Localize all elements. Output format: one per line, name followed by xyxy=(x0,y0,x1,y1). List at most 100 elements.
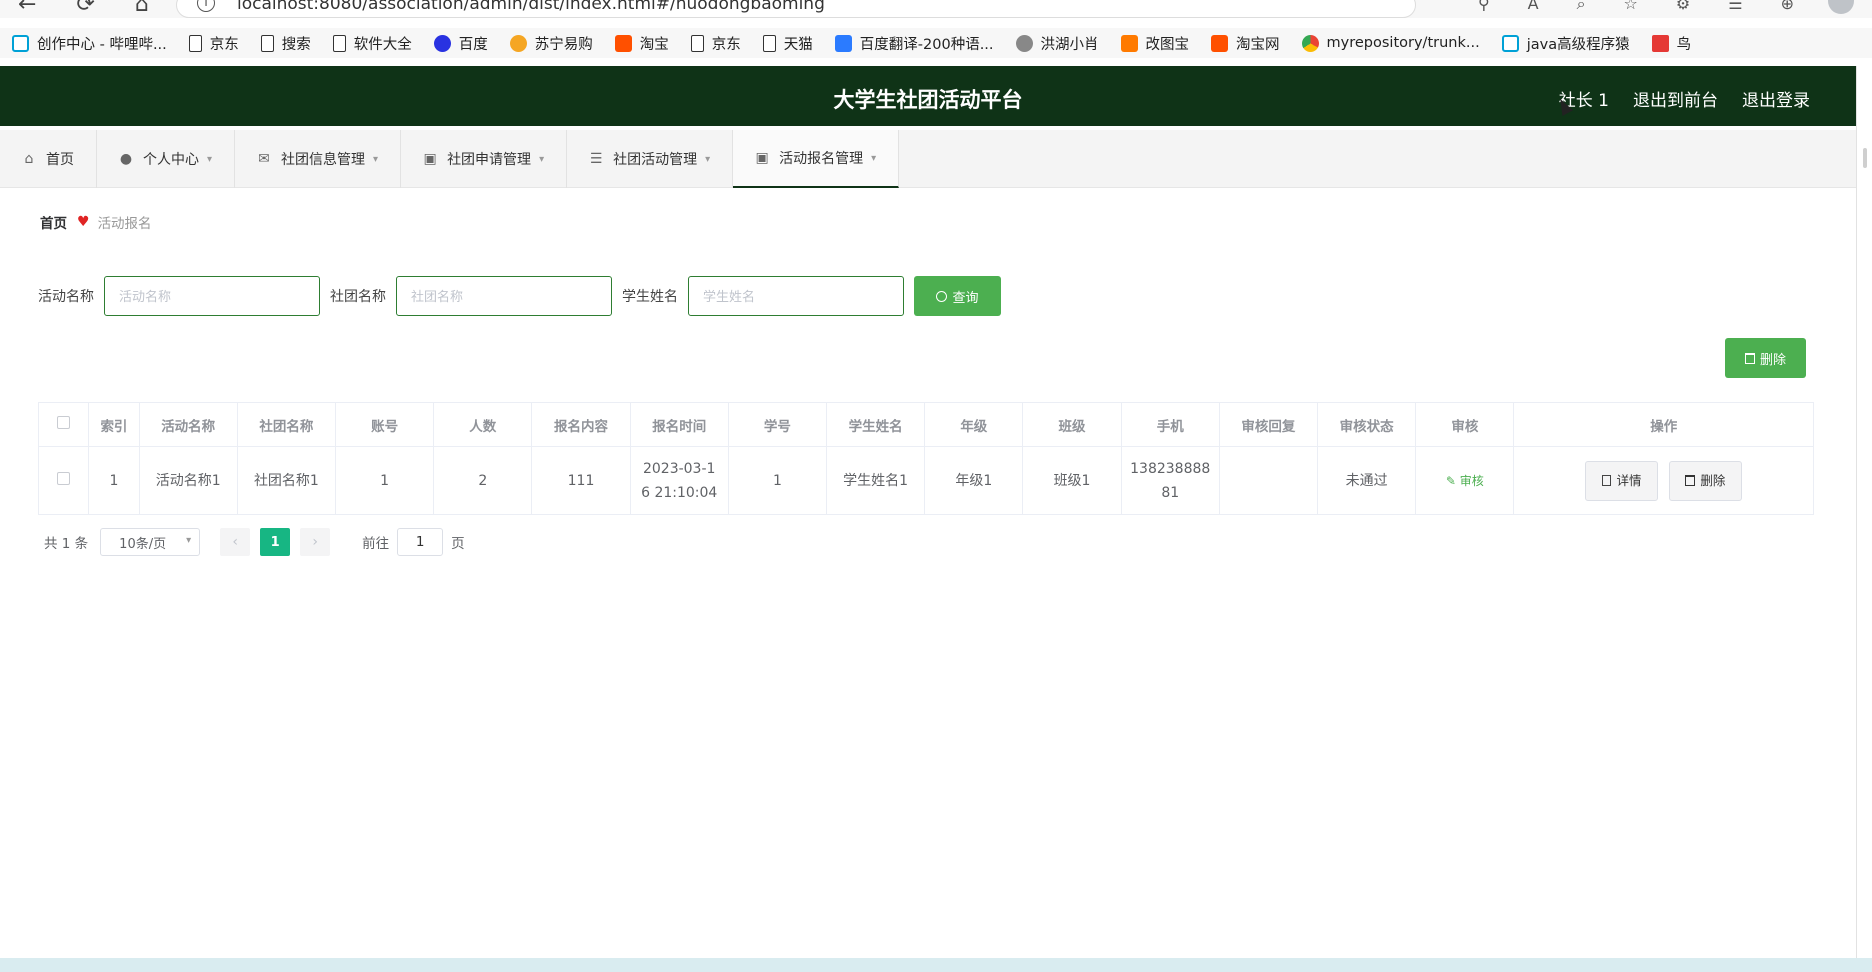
browser-toolbar: ←⟳⌂ i localhost:8080/association/admin/d… xyxy=(0,0,1872,18)
cell-audit: ✎ 审核 xyxy=(1415,446,1515,515)
bookmark-item[interactable]: 淘宝 xyxy=(614,33,669,54)
bookmark-item[interactable]: 苏宁易购 xyxy=(509,33,593,54)
list-icon: ☰ xyxy=(589,151,603,167)
bookmark-item[interactable]: 百度翻译-200种语... xyxy=(834,33,994,54)
search-button[interactable]: 查询 xyxy=(914,276,1001,316)
browser-tool-icons[interactable]: ⚲A⌕☆⚙☰⊕ xyxy=(1478,0,1832,14)
menu-item-profile[interactable]: ● 个人中心 ▾ xyxy=(97,130,236,188)
batch-delete-label: 删除 xyxy=(1759,352,1786,368)
bookmark-item[interactable]: 洪湖小肖 xyxy=(1015,33,1099,54)
breadcrumb-current: 活动报名 xyxy=(97,216,152,232)
table-row: 1 活动名称1 社团名称1 1 2 111 2023-03-16 21:10:0… xyxy=(37,446,1814,515)
clipboard-icon: ▣ xyxy=(755,150,769,166)
bottom-strip xyxy=(0,958,1872,972)
pagination: 共 1 条 10条/页 ▾ ‹ 1 › 前往 1 页 xyxy=(44,528,465,556)
header-links: 社长 1 退出到前台 退出登录 xyxy=(1535,86,1810,111)
menu-item-club-info[interactable]: ✉ 社团信息管理 ▾ xyxy=(235,130,402,188)
niao-icon xyxy=(1651,34,1669,52)
row-checkbox[interactable] xyxy=(57,471,71,485)
bookmark-label: 软件大全 xyxy=(353,36,412,53)
bookmark-label: myrepository/trunk... xyxy=(1326,35,1480,51)
column-header: 人数 xyxy=(433,402,533,447)
select-all-cell[interactable] xyxy=(37,402,90,447)
student-name-input[interactable] xyxy=(688,276,904,316)
bookmark-item[interactable]: myrepository/trunk... xyxy=(1301,34,1480,52)
column-header: 审核回复 xyxy=(1218,402,1319,447)
logout-link[interactable]: 退出登录 xyxy=(1742,86,1810,111)
bookmark-label: 百度翻译-200种语... xyxy=(859,36,994,53)
next-page-button[interactable]: › xyxy=(300,528,331,556)
delete-label: 删除 xyxy=(1700,472,1726,488)
browser-nav-icons[interactable]: ←⟳⌂ xyxy=(18,0,189,17)
bookmark-label: 淘宝 xyxy=(639,36,669,53)
user-icon: ● xyxy=(119,151,133,167)
goto-page-input[interactable]: 1 xyxy=(397,528,444,556)
cell-phone: 13823888881 xyxy=(1120,446,1220,515)
suning-icon xyxy=(509,34,527,52)
menu-label: 社团申请管理 xyxy=(447,152,532,168)
activity-name-input[interactable] xyxy=(104,276,320,316)
page-number-current[interactable]: 1 xyxy=(260,528,291,556)
page-size-select[interactable]: 10条/页 ▾ xyxy=(100,528,201,556)
bookmark-item[interactable]: 搜索 xyxy=(260,33,311,54)
scrollbar-thumb[interactable] xyxy=(1863,148,1867,168)
signup-table: 索引 活动名称 社团名称 账号 人数 报名内容 报名时间 学号 学生姓名 年级 … xyxy=(37,402,1814,515)
column-header: 报名时间 xyxy=(629,402,729,447)
bookmark-label: 京东 xyxy=(711,36,741,53)
front-link[interactable]: 退出到前台 xyxy=(1633,86,1718,111)
taobao-icon xyxy=(1211,34,1229,52)
cell-reply xyxy=(1218,446,1319,515)
trash-icon xyxy=(1685,475,1696,486)
menu-item-club-apply[interactable]: ▣ 社团申请管理 ▾ xyxy=(401,130,568,188)
cell-class: 班级1 xyxy=(1022,446,1122,515)
pagination-total: 共 1 条 xyxy=(44,536,89,552)
chrome-icon xyxy=(1301,34,1319,52)
bilibili-icon xyxy=(12,34,29,52)
bookmark-item[interactable]: java高级程序猿 xyxy=(1501,33,1630,54)
audit-link[interactable]: ✎ 审核 xyxy=(1446,474,1484,488)
bookmark-item[interactable]: 软件大全 xyxy=(332,33,412,54)
bookmark-item[interactable]: 淘宝网 xyxy=(1211,33,1280,54)
bookmark-label: 洪湖小肖 xyxy=(1040,36,1099,53)
column-header: 学生姓名 xyxy=(826,402,926,447)
delete-button[interactable]: 删除 xyxy=(1668,460,1742,501)
bookmark-item[interactable]: 天猫 xyxy=(762,33,813,54)
club-name-input[interactable] xyxy=(396,276,612,316)
bookmark-item[interactable]: 改图宝 xyxy=(1120,33,1190,54)
page-icon xyxy=(762,34,776,52)
address-text: localhost:8080/association/admin/dist/in… xyxy=(237,0,825,14)
scrollbar[interactable] xyxy=(1856,66,1872,972)
cell-club: 社团名称1 xyxy=(236,446,337,515)
menu-item-club-activity[interactable]: ☰ 社团活动管理 ▾ xyxy=(567,130,734,188)
bilibili-icon xyxy=(1501,34,1519,52)
menu-label: 个人中心 xyxy=(143,152,199,168)
bookmark-label: java高级程序猿 xyxy=(1526,36,1630,53)
top-menu: ⌂ 首页 ● 个人中心 ▾ ✉ 社团信息管理 ▾ ▣ 社团申请管理 ▾ ☰ 社团活动管理 ▾ ▣ 活… xyxy=(0,130,1856,188)
address-bar[interactable]: i localhost:8080/association/admin/dist/… xyxy=(176,0,1416,18)
page-size-value: 10条/页 xyxy=(119,536,167,552)
bookmark-item[interactable]: 百度 xyxy=(433,33,488,54)
gaitubao-icon xyxy=(1120,34,1138,52)
prev-page-button[interactable]: ‹ xyxy=(220,528,251,556)
row-select-cell[interactable] xyxy=(37,446,90,515)
detail-button[interactable]: 详情 xyxy=(1585,460,1659,501)
select-all-checkbox[interactable] xyxy=(57,416,71,429)
column-header: 索引 xyxy=(88,402,140,447)
menu-item-home[interactable]: ⌂ 首页 xyxy=(0,130,97,188)
bookmark-item[interactable]: 创作中心 - 哔哩哔... xyxy=(12,33,167,54)
table-header-row: 索引 活动名称 社团名称 账号 人数 报名内容 报名时间 学号 学生姓名 年级 … xyxy=(37,402,1814,447)
page-icon xyxy=(188,34,202,52)
bookmark-item[interactable]: 京东 xyxy=(188,33,239,54)
bookmark-label: 改图宝 xyxy=(1145,36,1190,53)
menu-label: 社团活动管理 xyxy=(613,152,698,168)
column-header: 账号 xyxy=(334,402,435,447)
cell-time: 2023-03-16 21:10:04 xyxy=(629,446,729,515)
chevron-down-icon: ▾ xyxy=(871,152,877,164)
bookmark-item[interactable]: 京东 xyxy=(690,33,741,54)
batch-delete-button[interactable]: 删除 xyxy=(1725,338,1806,378)
cell-content: 111 xyxy=(531,446,631,515)
breadcrumb-home[interactable]: 首页 xyxy=(40,212,67,232)
heart-icon: ♥ xyxy=(77,214,90,230)
menu-item-activity-signup[interactable]: ▣ 活动报名管理 ▾ xyxy=(733,130,900,188)
bookmark-item[interactable]: 鸟 xyxy=(1651,33,1691,54)
